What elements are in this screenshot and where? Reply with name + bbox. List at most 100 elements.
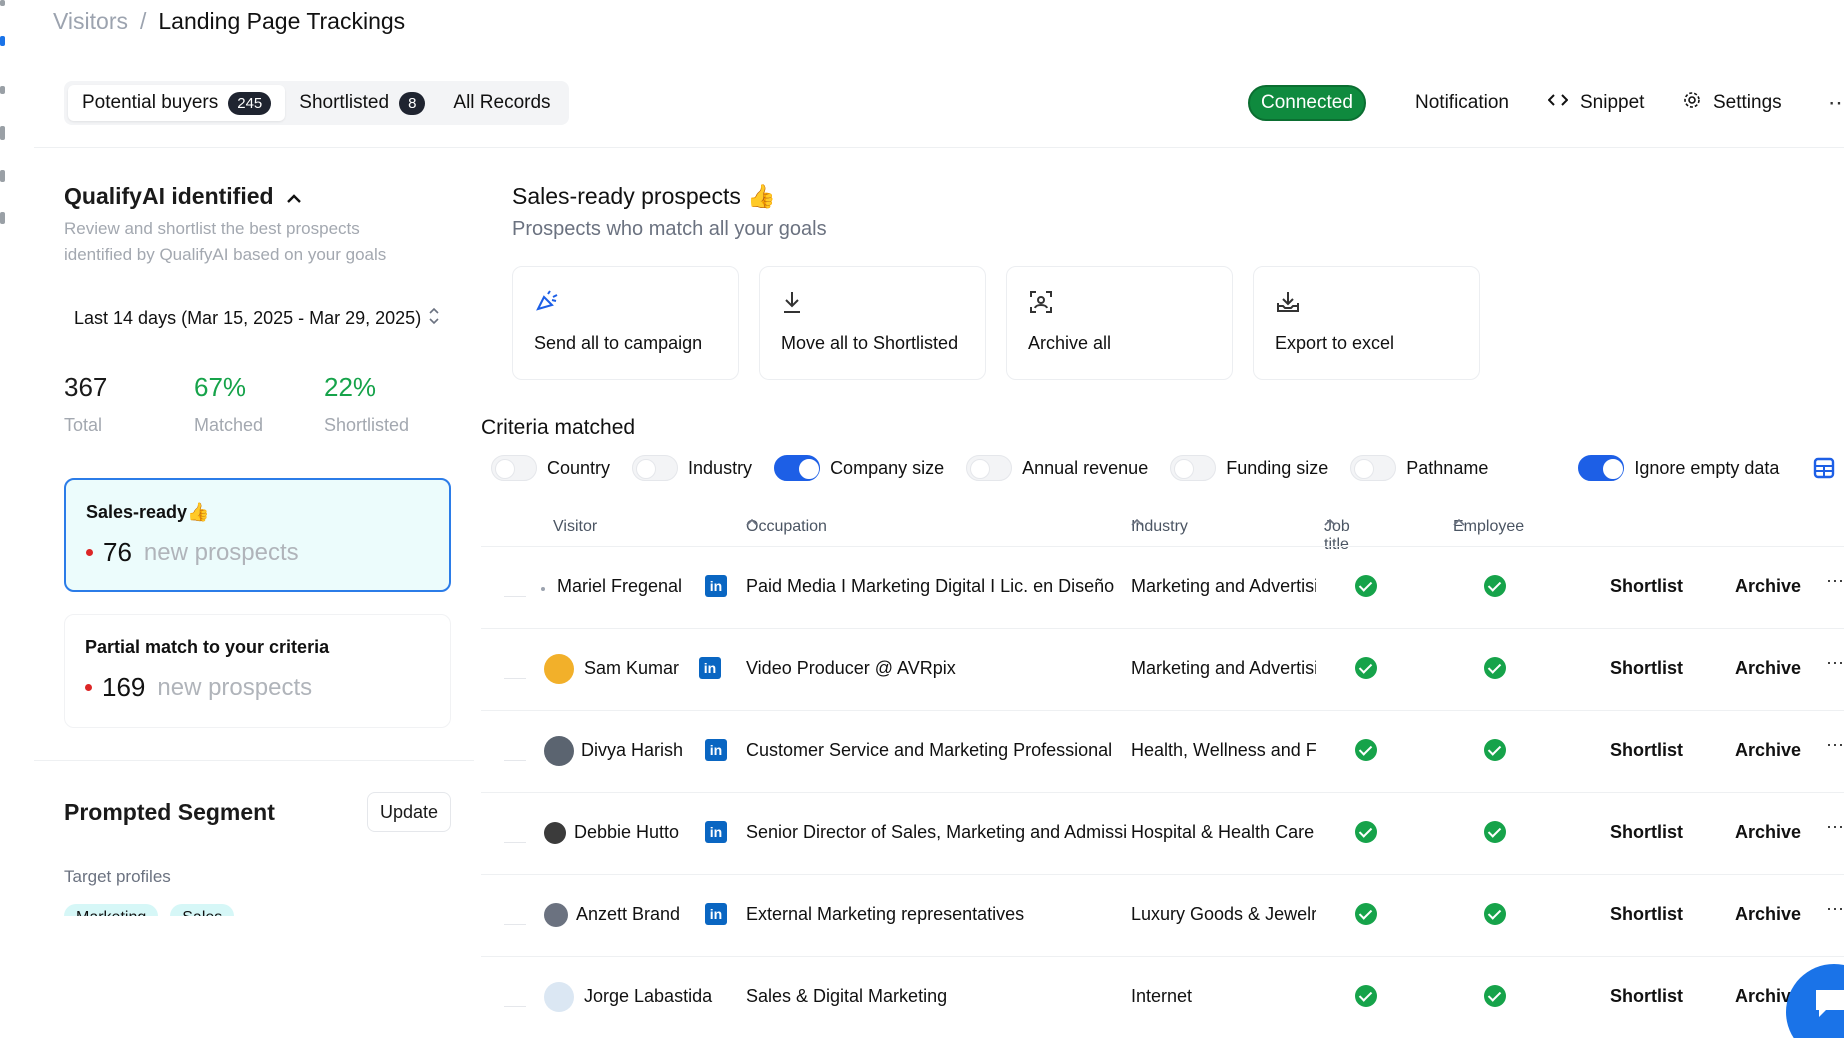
row-more-icon[interactable]: ⋯: [1826, 899, 1844, 920]
profile-tag[interactable]: Marketing: [64, 904, 159, 916]
card-title: Partial match to your criteria: [85, 637, 330, 657]
row-checkbox[interactable]: [504, 743, 526, 761]
sort-up-icon[interactable]: [746, 518, 758, 526]
row-more-icon[interactable]: ⋯: [1826, 735, 1844, 756]
visitor-name[interactable]: Anzett Brand: [576, 904, 680, 925]
filter-label: Industry: [688, 457, 753, 478]
toggle-switch[interactable]: [774, 455, 821, 481]
card-count-row: 169 new prospects: [85, 672, 430, 703]
linkedin-icon[interactable]: in: [705, 903, 727, 925]
table-row[interactable]: Anzett Brand in External Marketing repre…: [481, 874, 1844, 956]
filter-funding-size[interactable]: Funding size: [1170, 455, 1328, 481]
row-checkbox[interactable]: [504, 989, 526, 1007]
archive-button[interactable]: Archive: [1735, 740, 1801, 761]
visitor-name[interactable]: Divya Harish: [581, 740, 683, 761]
export-to-excel-button[interactable]: Export to excel: [1253, 266, 1480, 380]
toggle-switch[interactable]: [632, 455, 679, 481]
sort-up-icon[interactable]: [1131, 518, 1143, 526]
send-all-to-campaign-button[interactable]: Send all to campaign: [512, 266, 739, 380]
move-all-to-shortlisted-button[interactable]: Move all to Shortlisted: [759, 266, 986, 380]
chevron-up-icon[interactable]: [286, 183, 302, 210]
shortlist-button[interactable]: Shortlist: [1610, 576, 1683, 597]
avatar: [544, 822, 566, 844]
breadcrumb-separator: /: [140, 8, 147, 34]
toggle-switch[interactable]: [966, 455, 1013, 481]
card-note: new prospects: [143, 538, 299, 566]
snippet-label: Snippet: [1580, 92, 1645, 113]
linkedin-icon[interactable]: in: [705, 575, 727, 597]
visitor-name[interactable]: Sam Kumar: [584, 658, 679, 679]
table-row[interactable]: Divya Harish in Customer Service and Mar…: [481, 710, 1844, 792]
tab-all-records[interactable]: All Records: [439, 85, 564, 121]
tab-shortlisted[interactable]: Shortlisted 8: [285, 85, 439, 121]
shortlist-button[interactable]: Shortlist: [1610, 822, 1683, 843]
filter-country[interactable]: Country: [491, 455, 610, 481]
toggle-switch[interactable]: [1350, 455, 1397, 481]
date-range-select[interactable]: Last 14 days (Mar 15, 2025 - Mar 29, 202…: [64, 298, 450, 338]
linkedin-icon[interactable]: in: [705, 821, 727, 843]
industry-cell: Health, Wellness and Fitness: [1131, 740, 1316, 760]
table-row[interactable]: Jorge Labastida Sales & Digital Marketin…: [481, 956, 1844, 1038]
connected-status-badge[interactable]: Connected: [1248, 85, 1366, 121]
shortlist-button[interactable]: Shortlist: [1610, 904, 1683, 925]
row-checkbox[interactable]: [504, 907, 526, 925]
breadcrumb-visitors[interactable]: Visitors: [53, 8, 128, 35]
filter-company-size[interactable]: Company size: [774, 455, 944, 481]
panel-title-text: QualifyAI identified: [64, 183, 274, 209]
row-checkbox[interactable]: [504, 825, 526, 843]
occupation-cell: Senior Director of Sales, Marketing and …: [746, 822, 1126, 842]
archive-button[interactable]: Archive: [1735, 658, 1801, 679]
filter-ignore-empty-data[interactable]: Ignore empty data: [1578, 455, 1779, 481]
table-row[interactable]: Sam Kumar in Video Producer @ AVRpix Mar…: [481, 628, 1844, 710]
filter-label: Ignore empty data: [1634, 457, 1780, 478]
archive-all-button[interactable]: Archive all: [1006, 266, 1233, 380]
toggle-switch[interactable]: [491, 455, 537, 481]
sales-ready-card[interactable]: Sales-ready👍 76 new prospects: [64, 478, 451, 592]
row-more-icon[interactable]: ⋯: [1826, 571, 1844, 592]
partial-match-card[interactable]: Partial match to your criteria 169 new p…: [64, 614, 451, 728]
settings-label: Settings: [1713, 92, 1782, 113]
toggle-switch[interactable]: [1578, 455, 1625, 481]
visitor-name[interactable]: Debbie Hutto: [574, 822, 679, 843]
avatar: [544, 903, 568, 927]
shortlist-button[interactable]: Shortlist: [1610, 986, 1683, 1007]
table-layout-icon[interactable]: [1813, 457, 1835, 484]
sort-up-icon[interactable]: [1453, 518, 1465, 526]
profile-tag[interactable]: Sales: [170, 904, 235, 916]
sort-up-icon[interactable]: [1324, 518, 1336, 526]
settings-link[interactable]: Settings: [1683, 85, 1782, 121]
filter-pathname[interactable]: Pathname: [1350, 455, 1488, 481]
linkedin-icon[interactable]: in: [699, 657, 721, 679]
job-title-match-icon: [1355, 657, 1377, 679]
tab-potential-buyers[interactable]: Potential buyers 245: [68, 85, 286, 121]
snippet-link[interactable]: Snippet: [1547, 85, 1645, 121]
more-options-icon[interactable]: ⋯: [1828, 85, 1844, 121]
visitor-name[interactable]: Mariel Fregenal: [557, 576, 682, 597]
avatar: [544, 982, 574, 1012]
qualifyai-title[interactable]: QualifyAI identified: [64, 183, 302, 210]
stat-label: Matched: [194, 415, 264, 435]
archive-button[interactable]: Archive: [1735, 822, 1801, 843]
chat-widget-button[interactable]: [1786, 964, 1844, 1038]
archive-button[interactable]: Archive: [1735, 576, 1801, 597]
filter-annual-revenue[interactable]: Annual revenue: [966, 455, 1148, 481]
row-checkbox[interactable]: [504, 661, 526, 679]
archive-button[interactable]: Archive: [1735, 904, 1801, 925]
notification-link[interactable]: Notification: [1415, 85, 1509, 121]
row-checkbox[interactable]: [504, 579, 526, 597]
update-button[interactable]: Update: [367, 792, 452, 832]
shortlist-button[interactable]: Shortlist: [1610, 658, 1683, 679]
card-count: 76: [103, 537, 132, 567]
filter-industry[interactable]: Industry: [632, 455, 752, 481]
panel-subtitle: Review and shortlist the best prospects …: [64, 219, 387, 264]
linkedin-icon[interactable]: in: [705, 739, 727, 761]
column-label: Visitor: [553, 518, 598, 535]
row-more-icon[interactable]: ⋯: [1826, 817, 1844, 838]
table-row[interactable]: Mariel Fregenal in Paid Media I Marketin…: [481, 546, 1844, 628]
visitor-name[interactable]: Jorge Labastida: [584, 986, 712, 1007]
card-count-row: 76 new prospects: [86, 537, 429, 568]
table-row[interactable]: Debbie Hutto in Senior Director of Sales…: [481, 792, 1844, 874]
shortlist-button[interactable]: Shortlist: [1610, 740, 1683, 761]
toggle-switch[interactable]: [1170, 455, 1217, 481]
row-more-icon[interactable]: ⋯: [1826, 653, 1844, 674]
